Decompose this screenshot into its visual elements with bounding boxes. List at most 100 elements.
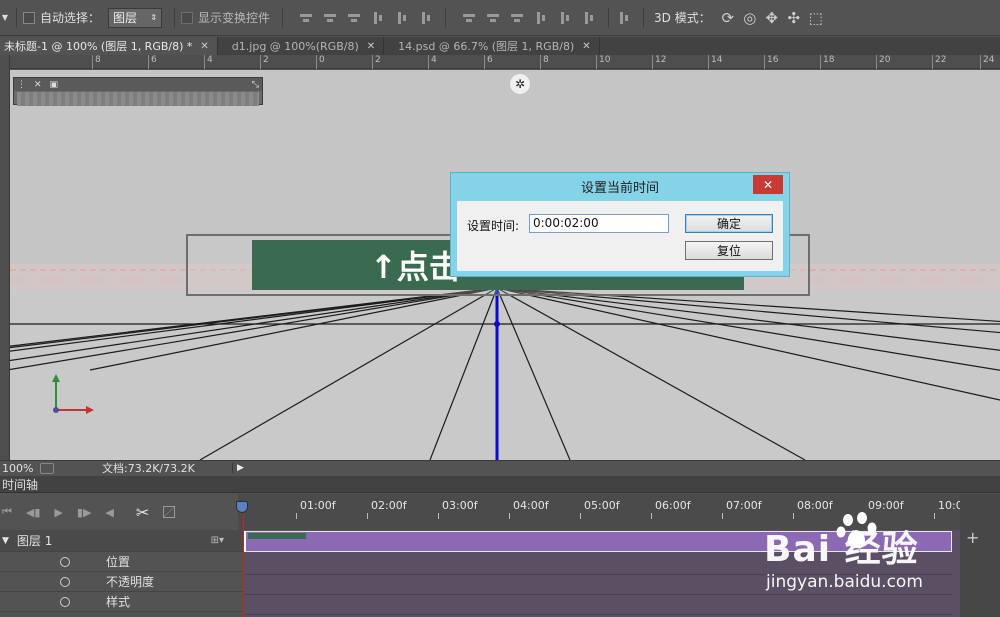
vertical-ruler[interactable]	[0, 55, 10, 460]
ruler-label: 18	[820, 55, 834, 69]
property-label: 位置	[106, 555, 131, 569]
expand-icon[interactable]: ⤡	[252, 80, 259, 90]
close-icon[interactable]: ✕	[34, 80, 42, 90]
split-at-playhead-icon[interactable]: ✂	[136, 503, 149, 522]
time-tick: 06:00f	[651, 499, 691, 519]
stopwatch-icon[interactable]	[60, 576, 70, 587]
auto-select-checkbox[interactable]	[23, 11, 35, 24]
ruler-label: 16	[764, 55, 778, 69]
close-icon[interactable]: ✕	[200, 41, 208, 52]
ruler-label: 20	[876, 55, 890, 69]
audio-icon[interactable]: ◀	[105, 506, 113, 519]
distribute-left-icon[interactable]	[534, 11, 548, 25]
distribute-center-icon[interactable]	[486, 11, 500, 25]
rotate-3d-icon[interactable]: ⟳	[719, 9, 737, 27]
align-left-edges-icon[interactable]	[371, 11, 385, 25]
3d-mode-label: 3D 模式：	[654, 11, 711, 25]
separator	[282, 7, 284, 28]
timeline-panel-header: 时间轴	[0, 476, 1000, 493]
document-profile-icon[interactable]	[40, 462, 54, 474]
auto-select-value: 图层	[113, 11, 138, 25]
horizontal-ruler[interactable]: 8 6 4 2 0 2 4 6 8 10 12 14 16 18 20 22 2…	[10, 55, 1000, 69]
reset-button[interactable]: 复位	[685, 241, 773, 260]
watermark-url: jingyan.baidu.com	[766, 572, 923, 592]
set-time-input[interactable]: 0:00:02:00	[529, 214, 669, 233]
align-vertical-centers-icon[interactable]	[323, 11, 337, 25]
document-tabs: 未标题-1 @ 100% (图层 1, RGB/8) * ✕ d1.jpg @ …	[0, 37, 1000, 55]
scale-3d-icon[interactable]: ⬚	[807, 9, 825, 27]
time-tick: 01:00f	[296, 499, 336, 519]
dialog-body: 设置时间: 0:00:02:00 确定 复位	[457, 201, 783, 271]
expand-arrow-icon[interactable]: ▼	[2, 536, 9, 546]
photoshop-window: ▼ 自动选择： 图层 ⇕ 显示变换控件 3D 模式： ⟳ ◎ ✥ ✣ ⬚ 未标题…	[0, 0, 1000, 617]
time-tick: 03:00f	[438, 499, 478, 519]
tab-14-psd[interactable]: 14.psd @ 66.7% (图层 1, RGB/8) ✕	[384, 37, 600, 55]
grip-icon[interactable]: ⋮	[17, 80, 26, 90]
distribute-top-icon[interactable]	[462, 11, 476, 25]
transition-icon[interactable]	[163, 506, 176, 518]
auto-select-dropdown[interactable]: 图层 ⇕	[108, 7, 163, 28]
auto-align-layers-icon[interactable]	[617, 11, 631, 25]
align-bottom-edges-icon[interactable]	[347, 11, 361, 25]
separator	[608, 7, 610, 28]
property-row-style[interactable]: 样式	[0, 592, 244, 612]
ruler-label: 6	[148, 55, 157, 69]
set-time-label: 设置时间:	[467, 219, 520, 233]
close-icon[interactable]: ✕	[367, 41, 375, 52]
tool-preset-dropdown-icon[interactable]: ▼	[0, 0, 10, 36]
distribute-hcenter-icon[interactable]	[558, 11, 572, 25]
clip-thumbnail	[248, 533, 306, 539]
drag-3d-icon[interactable]: ✥	[763, 9, 781, 27]
align-top-edges-icon[interactable]	[299, 11, 313, 25]
camera-view-icon[interactable]: ▣	[50, 80, 59, 90]
watermark-logo-text: Bai 经验	[764, 529, 919, 570]
sign-text: ↑点击	[370, 248, 461, 286]
timeline-playback-controls: ⏮ ◀▮ ▶ ▮▶ ◀ ✂	[0, 494, 238, 530]
time-tick: 07:00f	[722, 499, 762, 519]
distribute-buttons	[462, 11, 596, 25]
ruler-label: 24	[980, 55, 994, 69]
zoom-level[interactable]: 100%	[0, 462, 40, 475]
ruler-label: 22	[932, 55, 946, 69]
film-strip-icon[interactable]: ⊞▾	[211, 535, 224, 546]
time-tick: 05:00f	[580, 499, 620, 519]
light-gizmo-icon[interactable]: ✲	[510, 74, 530, 94]
align-horizontal-centers-icon[interactable]	[395, 11, 409, 25]
close-icon[interactable]: ✕	[582, 41, 590, 52]
distribute-bottom-icon[interactable]	[510, 11, 524, 25]
show-transform-checkbox[interactable]	[181, 11, 194, 24]
next-frame-icon[interactable]: ▮▶	[77, 506, 92, 519]
slide-3d-icon[interactable]: ✣	[785, 9, 803, 27]
distribute-right-icon[interactable]	[582, 11, 596, 25]
ruler-label: 12	[652, 55, 666, 69]
tab-untitled-1[interactable]: 未标题-1 @ 100% (图层 1, RGB/8) * ✕	[0, 37, 218, 55]
ruler-label: 6	[484, 55, 493, 69]
timeline-tab[interactable]: 时间轴	[2, 476, 38, 493]
ruler-label: 14	[708, 55, 722, 69]
previous-frame-icon[interactable]: ◀▮	[26, 506, 41, 519]
set-current-time-dialog: 设置当前时间 ✕ 设置时间: 0:00:02:00 确定 复位	[450, 172, 790, 277]
tab-label: 14.psd @ 66.7% (图层 1, RGB/8)	[398, 40, 575, 53]
play-icon[interactable]: ▶	[54, 506, 62, 519]
stopwatch-icon[interactable]	[60, 556, 70, 567]
align-right-edges-icon[interactable]	[419, 11, 433, 25]
stopwatch-icon[interactable]	[60, 596, 70, 607]
ok-button[interactable]: 确定	[685, 214, 773, 233]
status-menu-arrow-icon[interactable]: ▶	[232, 463, 248, 473]
dropdown-arrows-icon: ⇕	[150, 13, 158, 22]
property-label: 样式	[106, 595, 131, 609]
ruler-label: 10	[596, 55, 610, 69]
status-bar: 100% 文档:73.2K/73.2K ▶	[0, 460, 1000, 475]
auto-select-label: 自动选择：	[40, 11, 101, 25]
3d-axis-mini-panel[interactable]: ⋮ ✕ ▣ ⤡	[13, 77, 263, 106]
property-row-opacity[interactable]: 不透明度	[0, 572, 244, 592]
playhead-handle[interactable]	[236, 501, 248, 513]
document-size: 文档:73.2K/73.2K	[102, 462, 195, 475]
property-row-position[interactable]: 位置	[0, 552, 244, 572]
mini-panel-preview	[17, 92, 259, 106]
dialog-close-button[interactable]: ✕	[753, 175, 783, 194]
roll-3d-icon[interactable]: ◎	[741, 9, 759, 27]
tab-d1-jpg[interactable]: d1.jpg @ 100%(RGB/8) ✕	[218, 37, 385, 55]
go-to-first-frame-icon[interactable]: ⏮	[2, 505, 12, 519]
timeline-layer-row[interactable]: ▼ 图层 1 ⊞▾	[0, 530, 244, 552]
